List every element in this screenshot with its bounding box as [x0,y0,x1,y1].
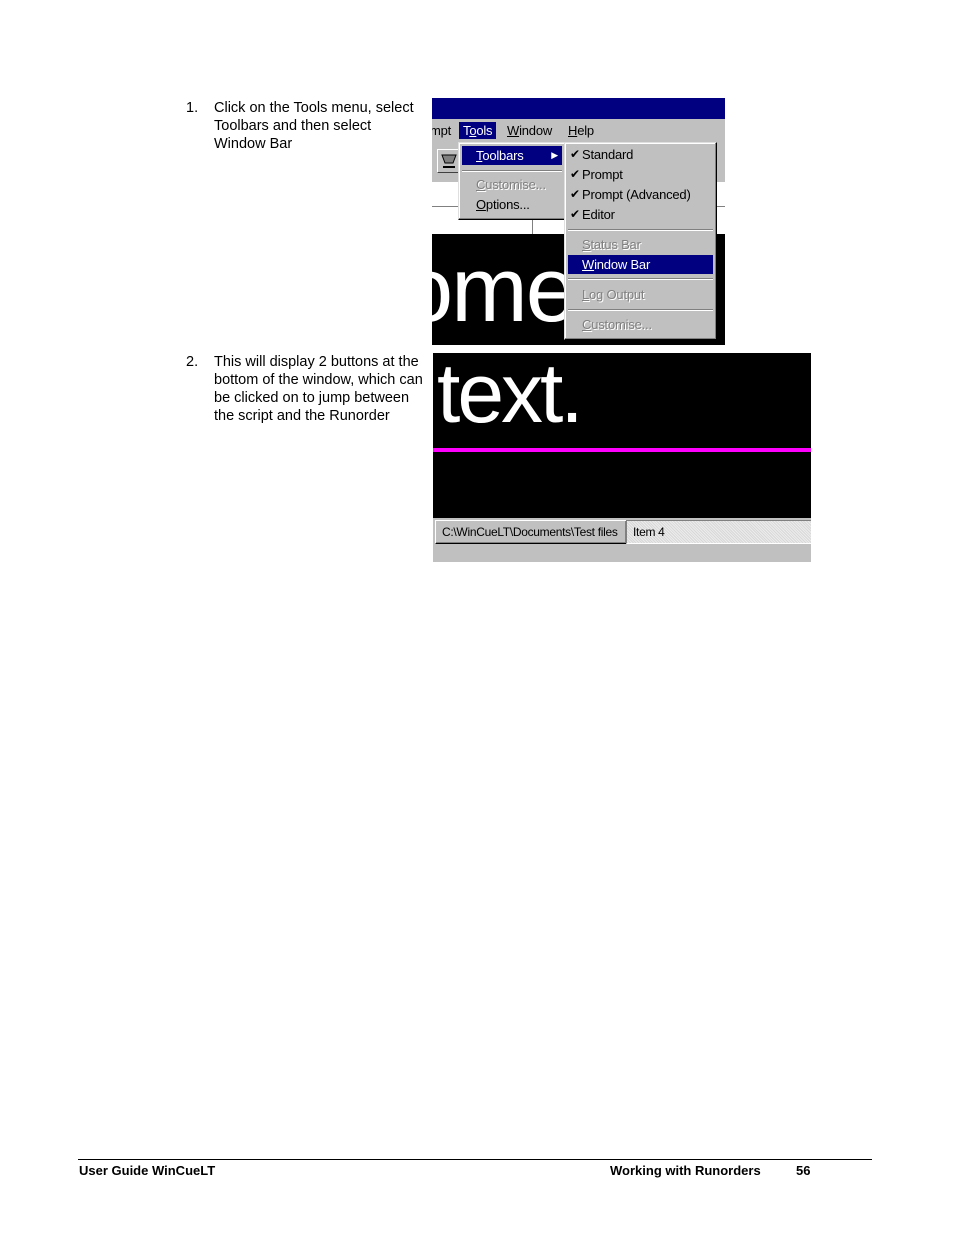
step-text: Click on the Tools menu, select Toolbars… [214,100,414,152]
check-icon: ✔ [570,207,580,221]
check-icon: ✔ [570,187,580,201]
step-number: 1. [186,100,199,116]
preview-text: ome [432,239,577,341]
menu-item-customise: Customise... [476,177,546,192]
title-bar [432,98,725,119]
menu-separator [568,229,713,231]
menu-item-toolbars[interactable]: Toolbars ▶ [462,146,562,165]
menu-separator [568,309,713,311]
menu-tools[interactable]: Tools [459,122,497,139]
menu-prompt[interactable]: mpt [432,122,455,139]
menu-window[interactable]: Window [503,122,556,139]
toolbars-submenu: ✔ Standard ✔ Prompt ✔ Prompt (Advanced) … [564,142,717,340]
check-icon: ✔ [570,147,580,161]
footer-section-title: Working with Runorders [610,1163,761,1178]
screenshot-window-bar: text. C:\WinCueLT\Documents\Test files I… [433,353,811,562]
preview-text: text. [437,353,584,440]
menu-item-window-bar[interactable]: Window Bar [568,255,713,274]
page-number: 56 [796,1163,811,1178]
prompt-divider-line [433,448,811,452]
step-text: This will display 2 buttons at the botto… [214,354,423,424]
window-button-runorder[interactable]: Item 4 [626,520,811,544]
screenshot-tools-menu: mpt Tools Window Help ome Toolbars ▶ Cus… [432,98,725,345]
menu-item-options[interactable]: Options... [462,195,562,214]
menu-help[interactable]: Help [564,122,598,139]
menu-item-editor[interactable]: ✔ Editor [568,205,713,224]
step-number: 2. [186,354,199,370]
check-icon: ✔ [570,167,580,181]
window-button-script[interactable]: C:\WinCueLT\Documents\Test files [435,520,627,544]
footer-divider [78,1159,872,1160]
menu-item-customise-toolbars: Customise... [582,317,652,332]
menu-bar: mpt Tools Window Help [432,119,725,142]
menu-separator [568,278,713,280]
window-bar: C:\WinCueLT\Documents\Test files Item 4 [433,518,811,562]
menu-item-status-bar: Status Bar [582,237,641,252]
menu-item-prompt-advanced[interactable]: ✔ Prompt (Advanced) [568,185,713,204]
menu-separator [462,170,562,172]
menu-item-prompt[interactable]: ✔ Prompt [568,165,713,184]
submenu-arrow-icon: ▶ [551,150,558,160]
menu-item-standard[interactable]: ✔ Standard [568,145,713,164]
tools-menu: Toolbars ▶ Customise... Options... [458,142,566,220]
footer-guide-title: User Guide WinCueLT [79,1163,216,1178]
menu-item-log-output: Log Output [582,287,645,302]
